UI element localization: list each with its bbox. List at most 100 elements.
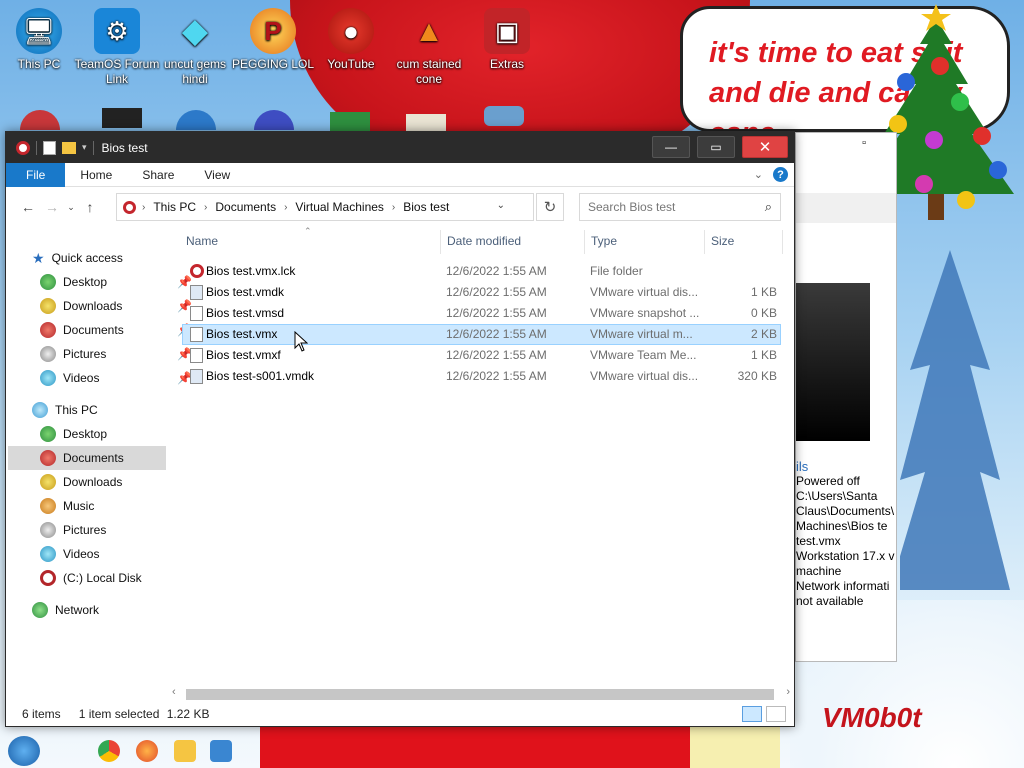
tab-view[interactable]: View — [189, 163, 245, 187]
refresh-button[interactable]: ↻ — [536, 193, 564, 221]
ime-icon[interactable] — [60, 740, 82, 762]
scrollbar-thumb[interactable] — [186, 689, 774, 700]
desktop-icon-extras[interactable]: ▣ Extras — [464, 2, 550, 72]
nav-pc-downloads[interactable]: Downloads — [40, 470, 198, 494]
recent-locations-icon[interactable]: ⌄ — [64, 195, 78, 219]
column-divider[interactable] — [584, 230, 585, 254]
properties-icon[interactable] — [43, 140, 56, 155]
breadcrumb-virtual-machines[interactable]: Virtual Machines — [289, 200, 390, 214]
column-date[interactable]: Date modified — [447, 234, 521, 248]
desktop-icon-this-pc[interactable]: 🖥 This PC — [0, 2, 82, 72]
desktop-icon-partial[interactable] — [20, 110, 60, 130]
desktop-icon-label: cum stained cone — [396, 57, 462, 86]
nav-pc-music[interactable]: Music — [40, 494, 198, 518]
expand-ribbon-icon[interactable]: ⌄ — [754, 168, 763, 181]
file-row[interactable]: Bios test.vmxf 12/6/2022 1:55 AM VMware … — [182, 345, 781, 366]
scroll-right-icon[interactable]: › — [786, 686, 790, 698]
chevron-right-icon[interactable]: › — [392, 202, 395, 213]
close-button[interactable]: ✕ — [742, 136, 788, 158]
details-view-icon[interactable] — [742, 706, 762, 722]
column-divider[interactable] — [440, 230, 441, 254]
nav-pc-videos[interactable]: Videos — [40, 542, 198, 566]
column-divider[interactable] — [704, 230, 705, 254]
desktop-icon-partial[interactable] — [484, 106, 524, 126]
nav-quick-videos[interactable]: Videos 📌 — [40, 366, 198, 390]
file-row[interactable]: Bios test-s001.vmdk 12/6/2022 1:55 AM VM… — [182, 366, 781, 387]
desktop-icon-teamos[interactable]: ⚙ TeamOS Forum Link — [74, 2, 160, 87]
chevron-down-icon[interactable]: ⌄ — [497, 200, 505, 211]
file-row[interactable]: Bios test.vmdk 12/6/2022 1:55 AM VMware … — [182, 282, 781, 303]
vm-detail-line: test.vmx — [796, 534, 841, 548]
nav-this-pc[interactable]: This PC — [32, 398, 190, 422]
chevron-right-icon[interactable]: › — [142, 202, 145, 213]
nav-quick-documents[interactable]: Documents 📌 — [40, 318, 198, 342]
file-row[interactable]: Bios test.vmsd 12/6/2022 1:55 AM VMware … — [182, 303, 781, 324]
vm-detail-line: Network informati — [796, 579, 890, 593]
address-bar[interactable]: › This PC › Documents › Virtual Machines… — [116, 193, 534, 221]
documents-icon — [40, 322, 56, 338]
search-input[interactable]: Search Bios test ⌕ — [579, 193, 781, 221]
firefox-icon[interactable] — [136, 740, 158, 762]
file-row-selected[interactable]: Bios test.vmx 12/6/2022 1:55 AM VMware v… — [182, 324, 781, 345]
nav-pc-documents[interactable]: Documents — [8, 446, 166, 470]
chevron-right-icon[interactable]: › — [284, 202, 287, 213]
nav-quick-access[interactable]: ★ Quick access — [32, 246, 190, 270]
tab-share[interactable]: Share — [127, 163, 189, 187]
tab-file[interactable]: File — [6, 162, 66, 187]
nav-pc-local-disk[interactable]: (C:) Local Disk — [40, 566, 198, 590]
desktop-icon-partial[interactable] — [330, 112, 370, 132]
vmx-file-icon — [190, 327, 203, 342]
desktop-icon-partial[interactable] — [102, 108, 142, 128]
nav-network[interactable]: Network — [32, 598, 190, 622]
tab-home[interactable]: Home — [65, 163, 127, 187]
star-icon: ★ — [32, 249, 45, 266]
desktop-icon-youtube[interactable]: ● YouTube — [308, 2, 394, 72]
breadcrumb-documents[interactable]: Documents — [209, 200, 282, 214]
help-icon[interactable]: ? — [773, 167, 788, 182]
nav-quick-downloads[interactable]: Downloads 📌 — [40, 294, 198, 318]
desktop-icon-pegging[interactable]: P PEGGING LOL — [230, 2, 316, 72]
scroll-left-icon[interactable]: ‹ — [172, 686, 176, 698]
desktop-icon-partial[interactable] — [176, 110, 216, 130]
desktop-icon — [40, 426, 56, 442]
title-bar[interactable]: ▾ Bios test — ▭ ✕ — [6, 132, 794, 163]
vmware-window[interactable]: ▫ ils Powered off C:\Users\Santa Claus\D… — [795, 132, 897, 662]
chrome-icon[interactable] — [98, 740, 120, 762]
maximize-button[interactable]: ▭ — [697, 136, 735, 158]
column-type[interactable]: Type — [591, 234, 617, 248]
horizontal-scrollbar[interactable]: ‹ › — [168, 686, 792, 702]
file-explorer-icon[interactable] — [174, 740, 196, 762]
divider — [92, 140, 94, 155]
chevron-right-icon[interactable]: › — [204, 202, 207, 213]
nav-pc-desktop[interactable]: Desktop — [40, 422, 198, 446]
nav-label: Downloads — [63, 299, 123, 313]
large-icons-view-icon[interactable] — [766, 706, 786, 722]
nav-quick-pictures[interactable]: Pictures 📌 — [40, 342, 198, 366]
minimize-button[interactable]: — — [652, 136, 690, 158]
new-folder-icon[interactable] — [62, 141, 76, 154]
breadcrumb-bios-test[interactable]: Bios test — [397, 200, 455, 214]
desktop-icon-cone[interactable]: ▲ cum stained cone — [386, 2, 472, 87]
start-button[interactable] — [8, 736, 40, 766]
column-divider[interactable] — [782, 230, 783, 254]
desktop-icon-uncut-gems[interactable]: ◆ uncut gems hindi — [152, 2, 238, 87]
vmware-lock-icon — [190, 264, 204, 278]
status-bar: 6 items 1 item selected 1.22 KB — [6, 702, 794, 726]
column-size[interactable]: Size — [711, 234, 734, 248]
breadcrumb-this-pc[interactable]: This PC — [147, 200, 202, 214]
file-row[interactable]: Bios test.vmx.lck 12/6/2022 1:55 AM File… — [182, 261, 781, 282]
explorer-window[interactable]: ▾ Bios test — ▭ ✕ File Home Share View ⌄… — [5, 131, 795, 727]
forward-button[interactable]: → — [40, 195, 64, 219]
column-name[interactable]: Name — [186, 234, 218, 248]
nav-quick-desktop[interactable]: Desktop 📌 — [40, 270, 198, 294]
nav-pc-pictures[interactable]: Pictures — [40, 518, 198, 542]
window-controls: — ▭ ✕ — [652, 136, 788, 158]
up-button[interactable]: ↑ — [78, 195, 102, 219]
chevron-down-icon[interactable]: ▾ — [82, 142, 87, 153]
file-name: Bios test-s001.vmdk — [206, 369, 315, 383]
back-button[interactable]: ← — [16, 195, 40, 219]
desktop-icon-partial[interactable] — [254, 110, 294, 130]
vmware-taskbar-icon[interactable] — [210, 740, 232, 762]
vmware-app-icon[interactable] — [16, 140, 30, 155]
maximize-icon[interactable]: ▫ — [862, 137, 866, 149]
